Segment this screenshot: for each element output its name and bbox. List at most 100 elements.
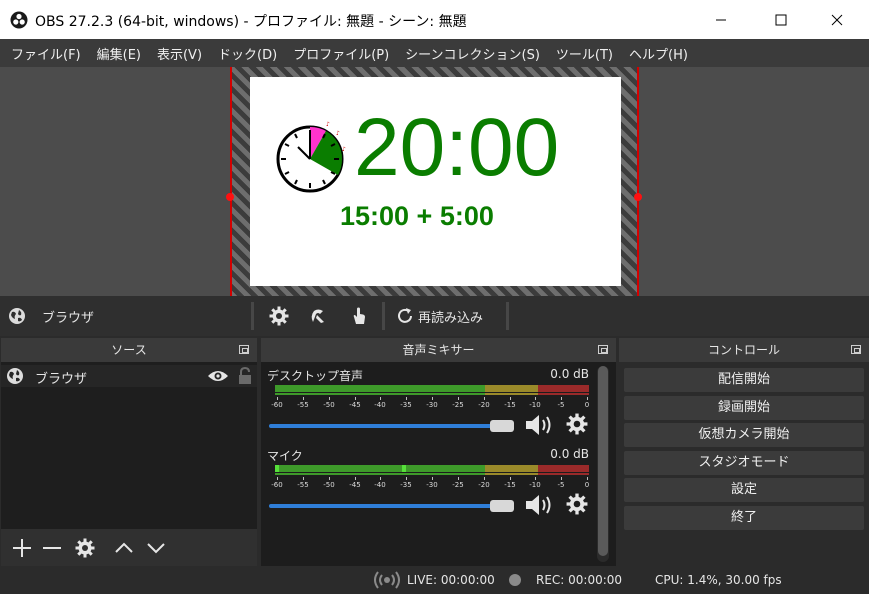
sources-footer-toolbar bbox=[1, 529, 257, 566]
start-virtual-camera-button[interactable]: 仮想カメラ開始 bbox=[624, 423, 864, 447]
menu-profile[interactable]: プロファイル(P) bbox=[285, 44, 397, 63]
move-source-up-button[interactable] bbox=[111, 535, 137, 561]
chevron-up-icon bbox=[115, 542, 133, 553]
meter-tick-label: -30 bbox=[426, 481, 438, 489]
meter-tick bbox=[303, 397, 304, 400]
undock-icon[interactable] bbox=[239, 345, 249, 354]
mixer-scrollbar[interactable] bbox=[597, 366, 609, 562]
menu-file[interactable]: ファイル(F) bbox=[3, 44, 89, 63]
broadcast-icon bbox=[374, 571, 400, 589]
source-item[interactable]: ブラウザ bbox=[1, 365, 257, 387]
meter-tick bbox=[561, 477, 562, 480]
start-streaming-button[interactable]: 配信開始 bbox=[624, 368, 864, 392]
volume-slider[interactable] bbox=[269, 500, 514, 512]
add-source-button[interactable] bbox=[9, 535, 35, 561]
volume-slider-handle[interactable] bbox=[490, 420, 514, 432]
globe-icon bbox=[7, 368, 23, 384]
undock-icon[interactable] bbox=[598, 345, 608, 354]
preview-area[interactable]: ♪ ♪ ♪ 20:00 15:00 + 5:00 bbox=[0, 67, 869, 296]
channel-db-readout: 0.0 dB bbox=[550, 447, 589, 461]
gear-icon[interactable] bbox=[566, 413, 588, 435]
meter-tick-label: -50 bbox=[323, 401, 335, 409]
maximize-button[interactable] bbox=[758, 0, 804, 39]
plus-icon bbox=[13, 539, 31, 557]
volume-slider[interactable] bbox=[269, 420, 514, 432]
meter-tick bbox=[277, 397, 278, 400]
reload-label: 再読み込み bbox=[418, 310, 484, 326]
volume-meter bbox=[275, 465, 589, 475]
studio-mode-button[interactable]: スタジオモード bbox=[624, 451, 864, 475]
resize-handle-left[interactable] bbox=[226, 193, 234, 201]
meter-tick bbox=[458, 477, 459, 480]
settings-button[interactable]: 設定 bbox=[624, 478, 864, 502]
meter-tick bbox=[277, 477, 278, 480]
gear-icon[interactable] bbox=[566, 493, 588, 515]
menu-scene-collection[interactable]: シーンコレクション(S) bbox=[397, 44, 548, 63]
rec-status: REC: 00:00:00 bbox=[536, 573, 623, 587]
move-source-down-button[interactable] bbox=[143, 535, 169, 561]
exit-button[interactable]: 終了 bbox=[624, 506, 864, 530]
meter-tick bbox=[432, 397, 433, 400]
meter-tick bbox=[587, 397, 588, 400]
meter-tick bbox=[355, 477, 356, 480]
meter-tick-label: -55 bbox=[297, 481, 309, 489]
meter-tick-label: -30 bbox=[426, 401, 438, 409]
analog-clock-icon: ♪ ♪ ♪ bbox=[276, 121, 346, 193]
meter-tick-label: -40 bbox=[374, 481, 386, 489]
sources-dock-title-label: ソース bbox=[111, 343, 147, 357]
interact-button[interactable] bbox=[347, 304, 371, 328]
resize-handle-right[interactable] bbox=[634, 193, 642, 201]
meter-tick-label: -55 bbox=[297, 401, 309, 409]
meter-tick-label: -45 bbox=[349, 401, 361, 409]
speaker-icon[interactable] bbox=[524, 492, 554, 518]
meter-tick-label: -25 bbox=[452, 401, 464, 409]
svg-text:♪: ♪ bbox=[342, 146, 346, 153]
source-properties-button[interactable] bbox=[267, 304, 291, 328]
source-toolbar: ブラウザ 再読み込み bbox=[0, 296, 869, 336]
mixer-body: デスクトップ音声 0.0 dB -60 -55 -50 -45 -40 -35 -30 -25… bbox=[261, 362, 616, 566]
reload-icon bbox=[398, 308, 412, 323]
menu-docks[interactable]: ドック(D) bbox=[210, 44, 285, 63]
audio-mixer-dock: 音声ミキサー デスクトップ音声 0.0 dB -60 -55 -50 -45 -40 -3… bbox=[261, 338, 616, 566]
controls-dock: コントロール 配信開始 録画開始 仮想カメラ開始 スタジオモード 設定 終了 bbox=[619, 338, 869, 566]
undock-icon[interactable] bbox=[851, 345, 861, 354]
controls-dock-title: コントロール bbox=[619, 338, 869, 362]
meter-tick-label: -10 bbox=[529, 481, 541, 489]
source-properties-button[interactable] bbox=[72, 535, 98, 561]
remove-source-button[interactable] bbox=[39, 535, 65, 561]
meter-tick-label: -15 bbox=[504, 401, 516, 409]
menu-edit[interactable]: 編集(E) bbox=[89, 44, 149, 63]
mixer-scrollbar-thumb[interactable] bbox=[598, 366, 608, 556]
meter-tick-label: -50 bbox=[323, 481, 335, 489]
window-title: OBS 27.2.3 (64-bit, windows) - プロファイル: 無… bbox=[35, 14, 467, 30]
menu-tools[interactable]: ツール(T) bbox=[548, 44, 621, 63]
globe-icon bbox=[9, 308, 25, 324]
meter-tick bbox=[458, 397, 459, 400]
unlock-icon[interactable] bbox=[237, 367, 253, 385]
sources-dock: ソース ブラウザ bbox=[1, 338, 257, 566]
selection-border-right bbox=[637, 67, 639, 296]
start-recording-button[interactable]: 録画開始 bbox=[624, 396, 864, 420]
meter-tick-label: -35 bbox=[400, 401, 412, 409]
menu-help[interactable]: ヘルプ(H) bbox=[621, 44, 696, 63]
meter-tick bbox=[329, 397, 330, 400]
reload-button[interactable]: 再読み込み bbox=[395, 304, 483, 328]
meter-tick bbox=[510, 397, 511, 400]
meter-tick-label: -60 bbox=[271, 401, 283, 409]
volume-slider-handle[interactable] bbox=[490, 500, 514, 512]
hand-icon bbox=[353, 307, 365, 324]
meter-scale: -60 -55 -50 -45 -40 -35 -30 -25 -20 -15 -10 -5 0 bbox=[271, 397, 589, 413]
interact-icon bbox=[311, 309, 324, 323]
speaker-icon[interactable] bbox=[524, 412, 554, 438]
menu-view[interactable]: 表示(V) bbox=[149, 44, 210, 63]
meter-tick-label: -10 bbox=[529, 401, 541, 409]
close-button[interactable] bbox=[814, 0, 860, 39]
meter-tick-label: -40 bbox=[374, 401, 386, 409]
eye-icon[interactable] bbox=[207, 369, 229, 383]
meter-tick-label: -20 bbox=[478, 481, 490, 489]
meter-tick bbox=[561, 397, 562, 400]
source-filters-button[interactable] bbox=[306, 304, 330, 328]
status-bar: LIVE: 00:00:00 REC: 00:00:00 CPU: 1.4%, … bbox=[0, 566, 869, 594]
meter-tick bbox=[406, 477, 407, 480]
minimize-button[interactable] bbox=[698, 0, 744, 39]
